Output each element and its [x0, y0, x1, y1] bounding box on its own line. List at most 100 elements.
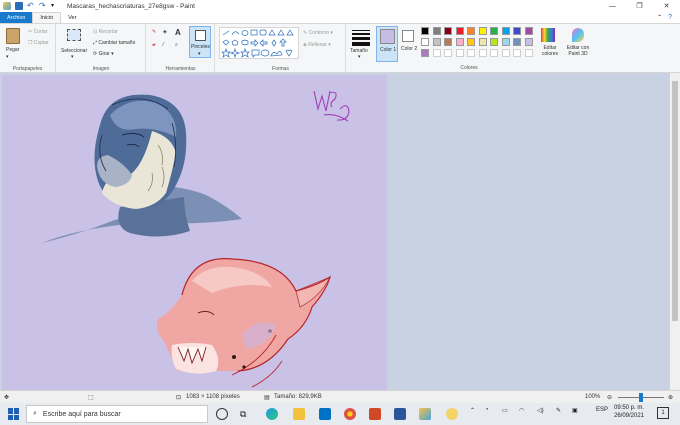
palette-swatch[interactable] — [478, 49, 487, 57]
palette-swatch[interactable] — [432, 38, 441, 46]
palette-swatch[interactable] — [513, 27, 521, 35]
palette-swatch[interactable] — [467, 38, 475, 46]
pencil-icon[interactable]: ✎ — [152, 29, 156, 35]
palette-swatch[interactable] — [421, 38, 429, 46]
palette-swatch[interactable] — [432, 27, 441, 35]
mail-icon[interactable] — [319, 408, 331, 420]
outline-button[interactable]: ✎ Contorno ▾ — [303, 30, 333, 36]
drawing-canvas[interactable] — [2, 75, 387, 390]
crop-button[interactable]: ⊡ Recortar — [93, 29, 118, 35]
palette-swatch[interactable] — [444, 27, 452, 35]
start-button[interactable] — [8, 408, 20, 420]
wifi-icon[interactable]: ◠ — [519, 407, 524, 414]
palette-swatch[interactable] — [455, 27, 464, 35]
fill-button[interactable]: ◈ Rellenar ▾ — [303, 42, 331, 48]
vertical-scrollbar[interactable] — [670, 73, 680, 390]
zoom-out-button[interactable]: ⊖ — [607, 394, 612, 401]
customize-qat-icon[interactable]: ▾ — [51, 2, 59, 10]
fill-bucket-icon[interactable]: ◈ — [163, 29, 167, 35]
cut-button[interactable]: ✂ Cortar — [28, 29, 48, 35]
battery-icon[interactable]: ▭ — [502, 407, 508, 414]
paste-icon[interactable] — [6, 28, 20, 44]
palette-swatch[interactable] — [501, 49, 510, 57]
palette-swatch[interactable] — [524, 49, 533, 57]
tab-inicio[interactable]: Inicio — [32, 12, 62, 23]
palette-swatch[interactable] — [444, 49, 452, 57]
palette-swatch[interactable] — [455, 49, 464, 57]
palette-swatch[interactable] — [501, 27, 510, 35]
paint-taskbar-icon[interactable] — [419, 408, 431, 420]
resize-button[interactable]: ⤢ Cambiar tamaño — [93, 40, 135, 46]
palette-swatch[interactable] — [444, 38, 452, 46]
tab-archivo[interactable]: Archivo — [0, 12, 33, 23]
pen-icon[interactable]: ✎ — [556, 407, 561, 414]
palette-swatch[interactable] — [478, 27, 487, 35]
paste-dropdown-icon[interactable]: ▾ — [6, 54, 9, 60]
palette-swatch[interactable] — [421, 49, 429, 57]
size-button[interactable]: Tamaño ▾ — [348, 27, 374, 61]
brush-icon — [195, 30, 206, 41]
palette-swatch[interactable] — [432, 49, 441, 57]
palette-swatch[interactable] — [455, 38, 464, 46]
edge-icon[interactable] — [266, 408, 278, 420]
color2-button[interactable]: Color 2 — [399, 26, 419, 62]
palette-swatch[interactable] — [478, 38, 487, 46]
undo-icon[interactable]: ↶ — [27, 2, 35, 10]
notification-count: 1 — [661, 410, 665, 416]
palette-swatch[interactable] — [501, 38, 510, 46]
taskbar-search[interactable]: ⌕ Escribe aquí para buscar — [26, 405, 208, 423]
text-tool-icon[interactable]: A — [175, 28, 181, 37]
paste-button[interactable]: Pegar — [6, 47, 19, 53]
palette-swatch[interactable] — [513, 38, 521, 46]
shapes-gallery[interactable] — [219, 27, 299, 59]
select-button[interactable]: Seleccionar — [61, 48, 87, 54]
word-icon[interactable] — [394, 408, 406, 420]
palette-swatch[interactable] — [467, 49, 475, 57]
color1-button[interactable]: Color 1 — [376, 26, 398, 62]
vertical-scroll-thumb[interactable] — [672, 81, 678, 321]
zoom-slider[interactable] — [618, 393, 664, 402]
powerpoint-icon[interactable] — [369, 408, 381, 420]
paint3d-button[interactable]: Editar con Paint 3D — [563, 26, 593, 64]
palette-swatch[interactable] — [490, 27, 498, 35]
palette-swatch[interactable] — [513, 49, 521, 57]
select-dropdown-icon[interactable]: ▾ — [71, 54, 74, 60]
weather-icon[interactable] — [446, 408, 458, 420]
zoom-slider-thumb[interactable] — [639, 393, 643, 402]
redo-icon[interactable]: ↷ — [39, 2, 47, 10]
palette-swatch[interactable] — [490, 38, 498, 46]
network-icon[interactable]: ◔ — [485, 407, 489, 413]
color-picker-icon[interactable]: ⁄ — [163, 42, 164, 48]
language-indicator[interactable]: ESP — [596, 407, 608, 413]
file-explorer-icon[interactable] — [293, 408, 305, 420]
meet-now-icon[interactable]: ▣ — [572, 407, 578, 414]
rotate-button[interactable]: ⟳ Girar ▾ — [93, 51, 114, 57]
copy-button[interactable]: ❐ Copiar — [28, 40, 49, 46]
palette-swatch[interactable] — [490, 49, 498, 57]
tab-ver[interactable]: Ver — [61, 12, 83, 23]
save-icon[interactable] — [15, 2, 23, 10]
quick-access-toolbar: ↶ ↷ ▾ — [0, 2, 59, 10]
palette-swatch[interactable] — [421, 27, 429, 35]
edit-colors-button[interactable]: Editar colores — [538, 26, 560, 62]
help-icon[interactable]: ? — [668, 14, 672, 21]
eraser-icon[interactable]: ▰ — [152, 42, 156, 48]
chrome-icon[interactable] — [344, 408, 356, 420]
palette-swatch[interactable] — [524, 38, 533, 46]
clock[interactable]: 09:50 p. m. 26/09/2021 — [614, 404, 644, 420]
minimize-button[interactable]: — — [599, 0, 626, 12]
zoom-in-button[interactable]: ⊕ — [668, 394, 673, 401]
close-button[interactable]: ✕ — [653, 0, 680, 12]
cortana-icon[interactable] — [216, 408, 228, 420]
tray-chevron-icon[interactable]: ⌃ — [470, 407, 475, 414]
collapse-ribbon-icon[interactable]: ⌃ — [657, 14, 662, 21]
notifications-icon[interactable]: 1 — [657, 407, 669, 419]
palette-swatch[interactable] — [467, 27, 475, 35]
volume-icon[interactable]: ◁) — [537, 407, 544, 414]
select-icon[interactable] — [67, 29, 81, 41]
palette-swatch[interactable] — [524, 27, 533, 35]
brushes-button[interactable]: Pinceles ▾ — [189, 26, 211, 58]
magnifier-icon[interactable]: ⌕ — [175, 42, 178, 48]
maximize-button[interactable]: ❐ — [626, 0, 653, 12]
task-view-icon[interactable]: ⧉ — [240, 408, 252, 420]
